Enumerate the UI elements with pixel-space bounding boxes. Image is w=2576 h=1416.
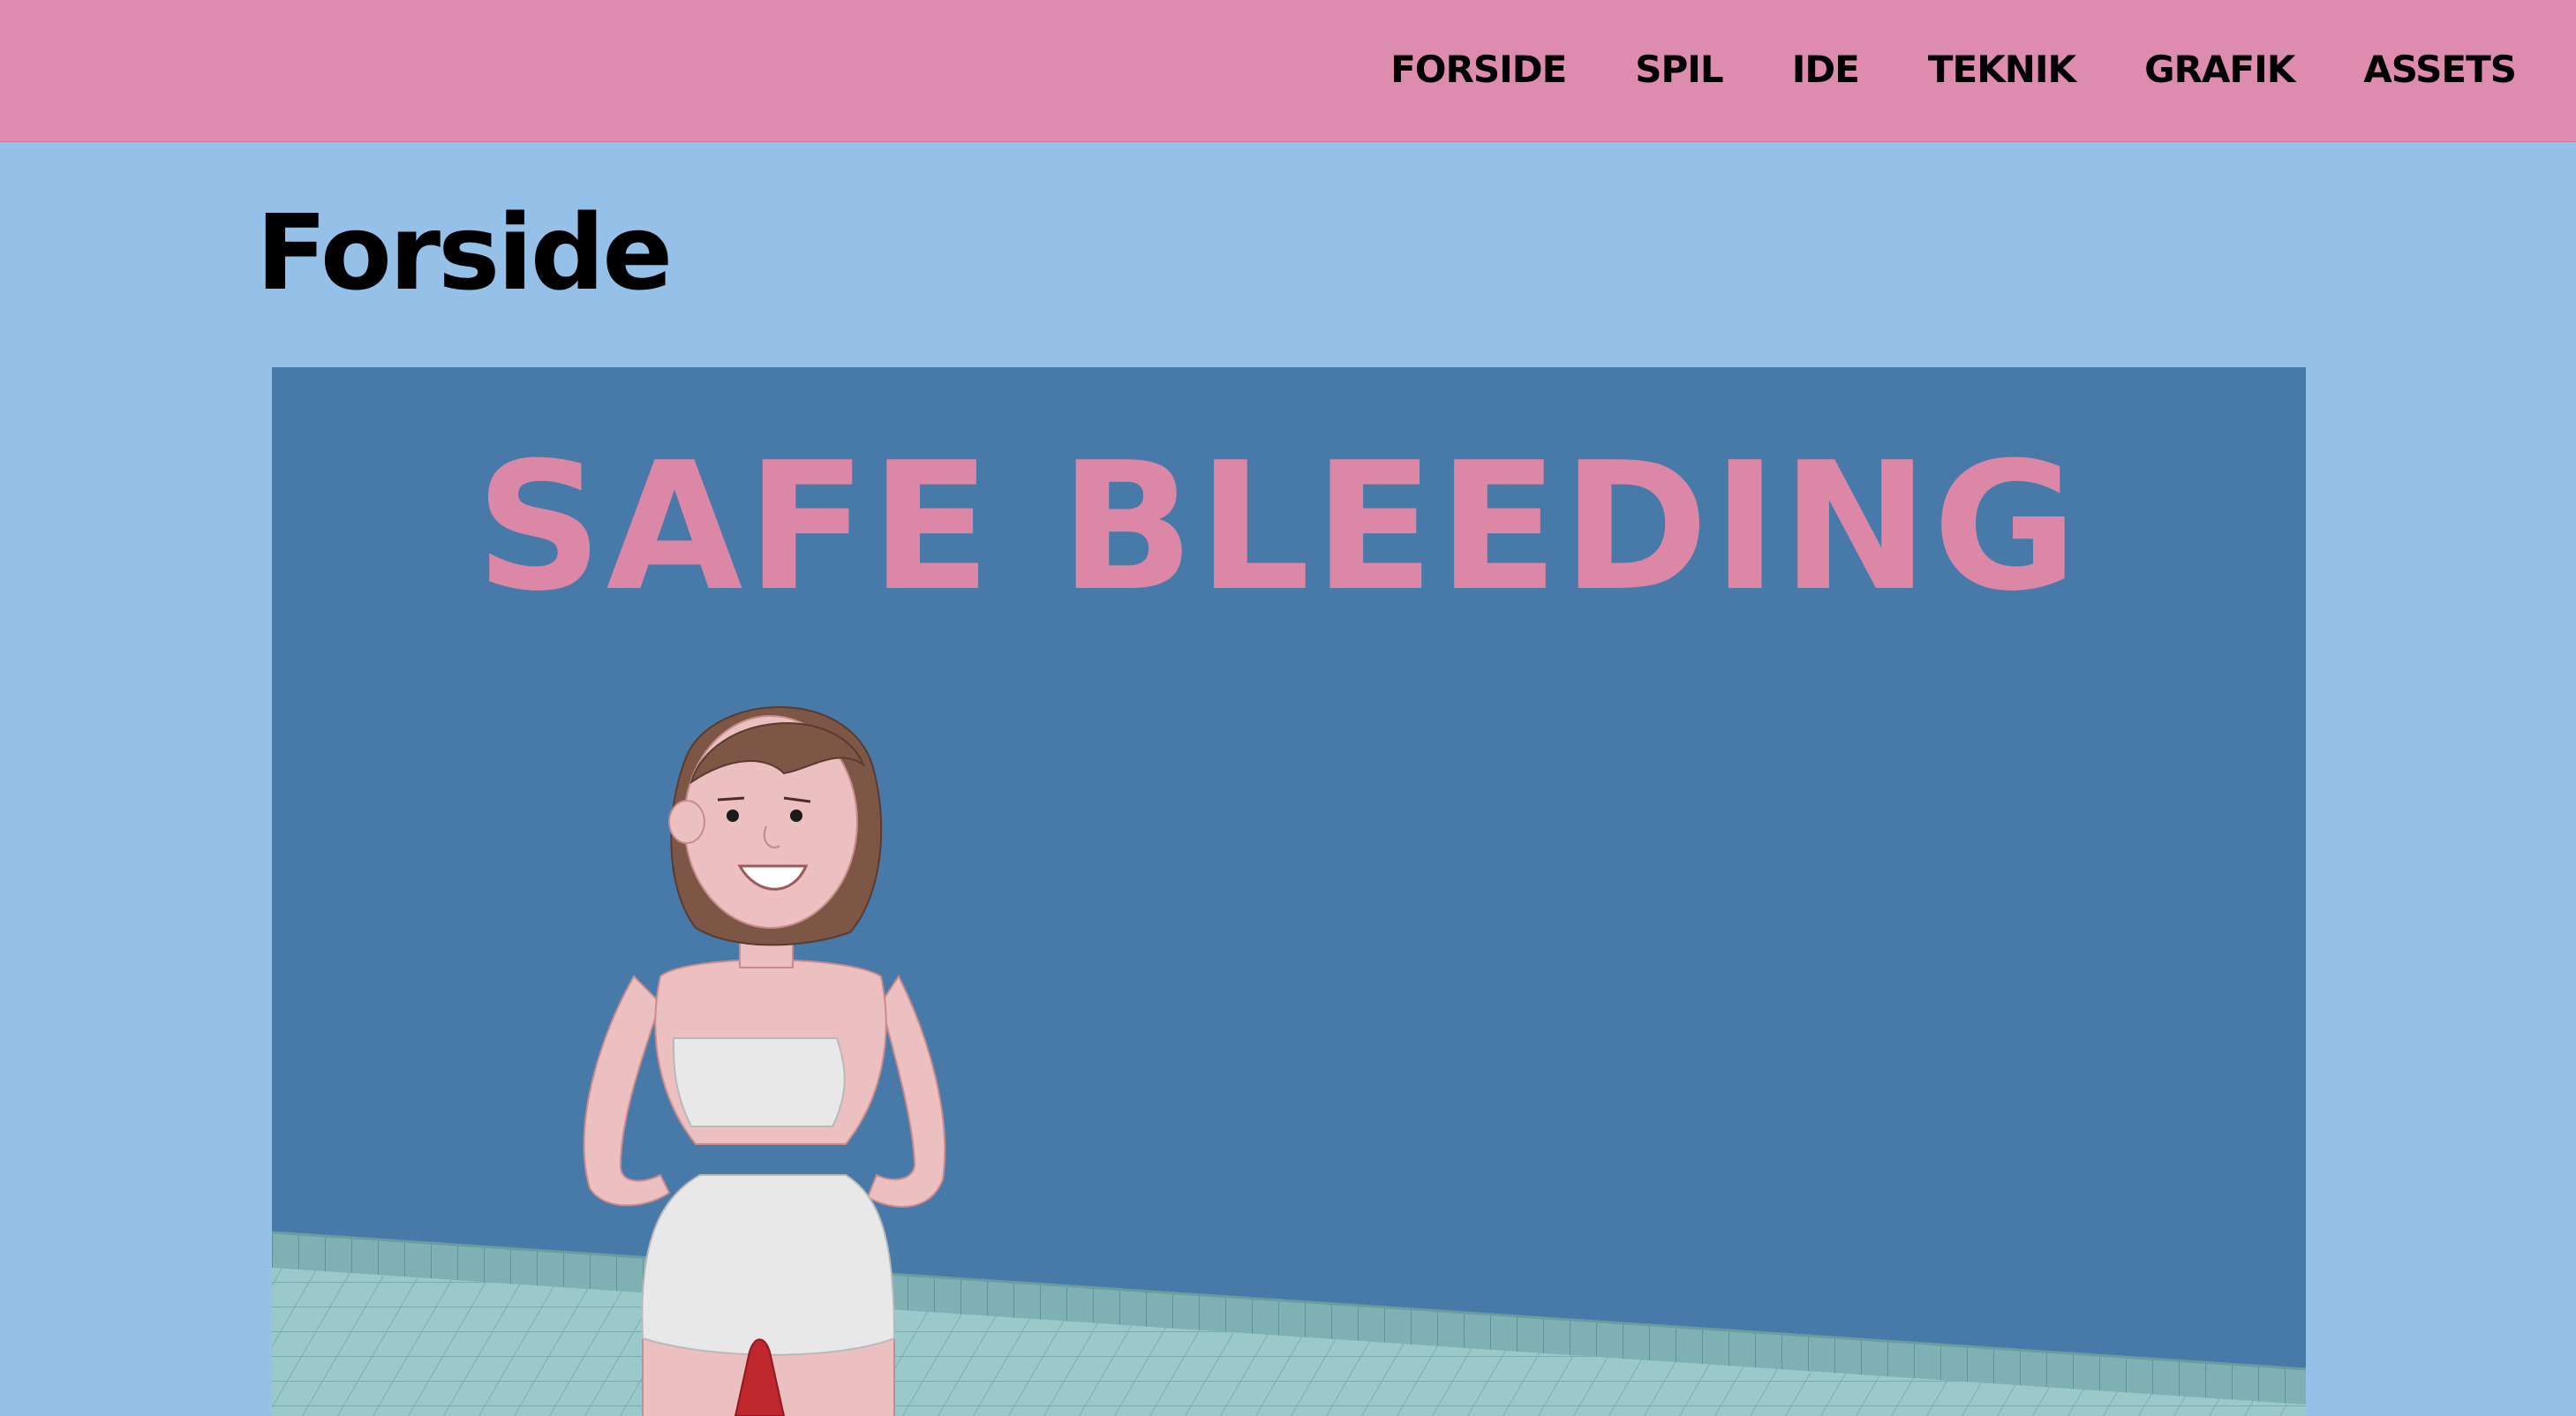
nav-link-spil[interactable]: SPIL [1635, 48, 1723, 91]
page-title: Forside [256, 192, 673, 313]
nav-link-forside[interactable]: FORSIDE [1390, 48, 1567, 91]
main-nav: FORSIDE SPIL IDE TEKNIK GRAFIK ASSETS [1390, 0, 2517, 138]
site-header: FORSIDE SPIL IDE TEKNIK GRAFIK ASSETS [0, 0, 2576, 142]
nav-link-grafik[interactable]: GRAFIK [2144, 48, 2295, 91]
hero-title: SAFE BLEEDING [476, 425, 2082, 630]
hero-illustration: SAFE BLEEDING [272, 425, 2306, 1416]
pool-tiles [272, 1231, 2306, 1416]
game-hero-image: SAFE BLEEDING [272, 367, 2306, 1416]
nav-link-assets[interactable]: ASSETS [2363, 48, 2517, 91]
nav-link-teknik[interactable]: TEKNIK [1928, 48, 2076, 91]
nav-link-ide[interactable]: IDE [1792, 48, 1860, 91]
